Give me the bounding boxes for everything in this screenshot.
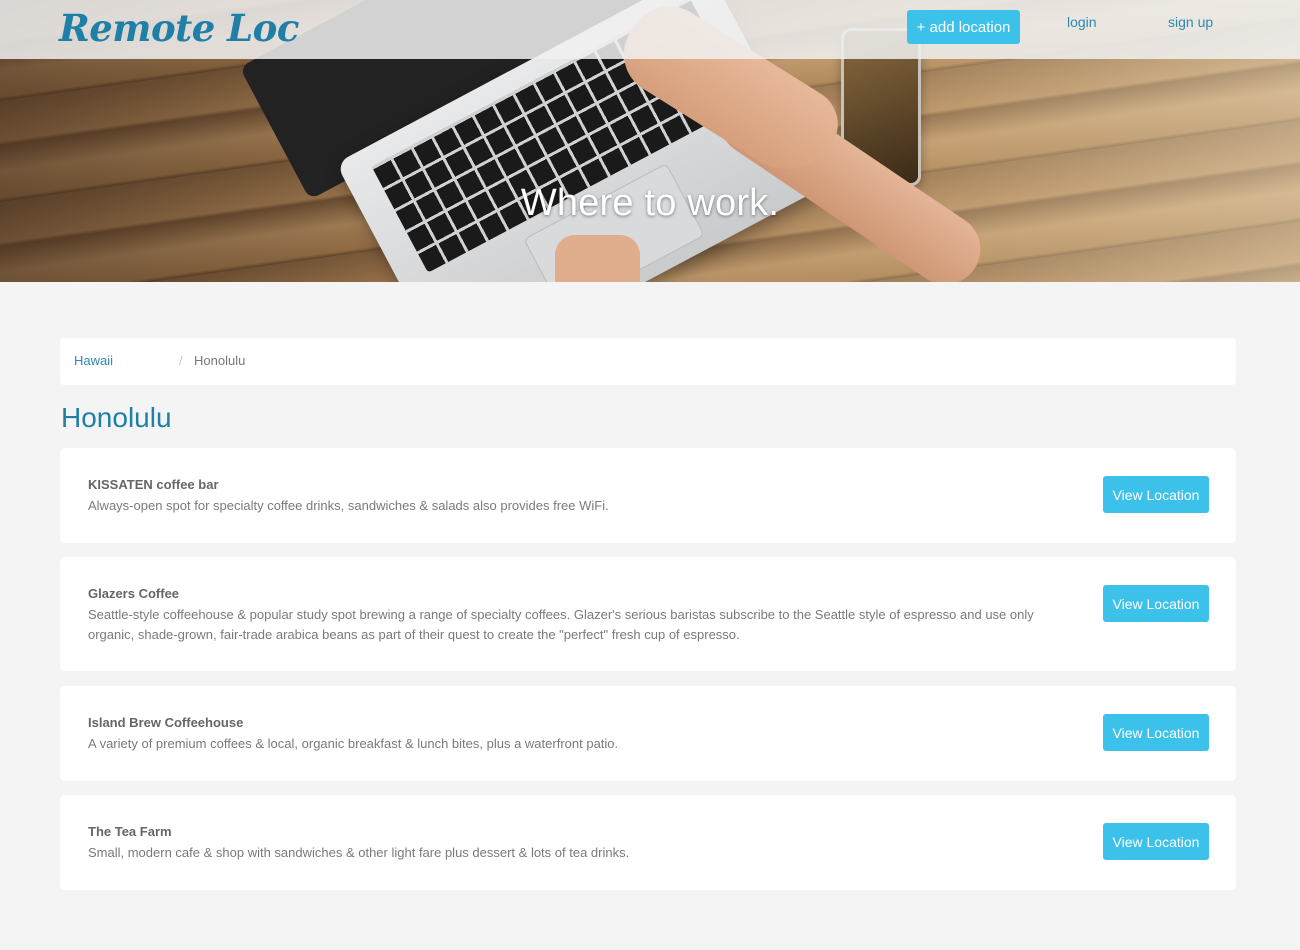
view-location-button[interactable]: View Location bbox=[1103, 714, 1209, 751]
location-name: KISSATEN coffee bar bbox=[88, 477, 219, 492]
location-name: Island Brew Coffeehouse bbox=[88, 715, 244, 730]
add-location-button[interactable]: + add location bbox=[907, 10, 1020, 44]
location-description: Always-open spot for specialty coffee dr… bbox=[88, 498, 609, 513]
location-card: KISSATEN coffee bar Always-open spot for… bbox=[60, 448, 1236, 543]
location-name: The Tea Farm bbox=[88, 824, 172, 839]
location-name: Glazers Coffee bbox=[88, 586, 180, 601]
view-location-button[interactable]: View Location bbox=[1103, 823, 1209, 860]
breadcrumb-separator: / bbox=[179, 353, 183, 368]
view-location-button[interactable]: View Location bbox=[1103, 585, 1209, 622]
view-location-button[interactable]: View Location bbox=[1103, 476, 1209, 513]
location-card: Island Brew Coffeehouse A variety of pre… bbox=[60, 686, 1236, 781]
breadcrumb-current: Honolulu bbox=[194, 353, 246, 368]
location-description: A variety of premium coffees & local, or… bbox=[88, 736, 619, 751]
location-description: Small, modern cafe & shop with sandwiche… bbox=[88, 845, 630, 860]
page-title: Honolulu bbox=[61, 402, 172, 433]
top-navbar: Remote Loc + add location login sign up bbox=[0, 0, 1300, 59]
breadcrumb: Hawaii / Honolulu bbox=[60, 338, 1236, 385]
hero-tagline: Where to work. bbox=[520, 182, 780, 224]
location-card: Glazers Coffee Seattle-style coffeehouse… bbox=[60, 557, 1236, 671]
location-card: The Tea Farm Small, modern cafe & shop w… bbox=[60, 795, 1236, 890]
breadcrumb-link-hawaii[interactable]: Hawaii bbox=[74, 338, 113, 384]
login-link[interactable]: login bbox=[1067, 14, 1097, 30]
signup-link[interactable]: sign up bbox=[1168, 14, 1213, 30]
brand-logo[interactable]: Remote Loc bbox=[59, 6, 299, 50]
location-description: Seattle-style coffeehouse & popular stud… bbox=[88, 607, 1034, 642]
